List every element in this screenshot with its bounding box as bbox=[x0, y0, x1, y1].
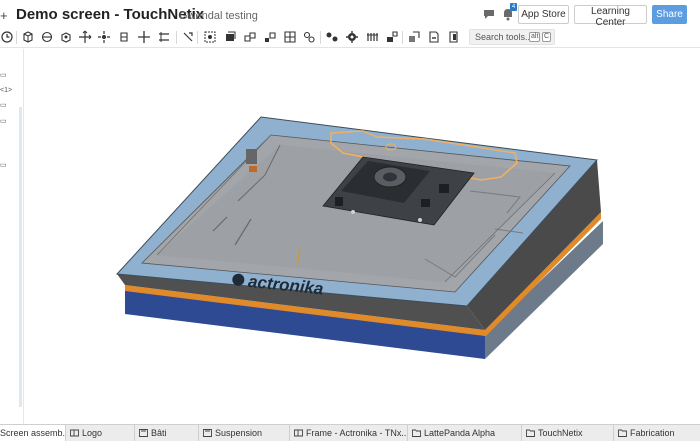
feature-toolbar: Search tools... alt C bbox=[0, 28, 700, 48]
pcb-connector bbox=[335, 197, 343, 206]
comment-icon[interactable] bbox=[482, 7, 496, 21]
tab-lattepanda-alpha[interactable]: LattePanda Alpha bbox=[408, 425, 522, 441]
pcb-connector bbox=[439, 184, 449, 193]
part-studio-icon bbox=[203, 429, 212, 437]
simulation-icon[interactable] bbox=[385, 30, 399, 44]
revolute-mate-icon[interactable] bbox=[59, 30, 73, 44]
tab-logo[interactable]: Logo bbox=[66, 425, 135, 441]
tab-label: Screen assemb... bbox=[0, 428, 66, 438]
part-studio-icon bbox=[139, 429, 148, 437]
tab-label: Suspension bbox=[215, 428, 263, 438]
pcb-standoff bbox=[351, 210, 355, 214]
tab-label: Frame - Actronika - TNx... bbox=[306, 428, 408, 438]
pcb-fan-hub bbox=[383, 172, 397, 182]
explode-view-icon[interactable] bbox=[283, 30, 297, 44]
tab-screen-assembly[interactable]: Screen assemb... bbox=[0, 425, 66, 441]
workspace-name: Gwendal testing bbox=[179, 10, 258, 22]
tab-frame-actronika[interactable]: Frame - Actronika - TNx... bbox=[290, 425, 408, 441]
section-view-icon[interactable] bbox=[407, 30, 421, 44]
named-positions-icon[interactable] bbox=[302, 30, 316, 44]
share-button[interactable]: Share bbox=[652, 5, 687, 24]
tab-label: Fabrication bbox=[630, 428, 675, 438]
folder-icon bbox=[526, 429, 535, 437]
group-icon[interactable] bbox=[223, 30, 237, 44]
settings-gear-icon[interactable] bbox=[345, 30, 359, 44]
tab-label: Bâti bbox=[151, 428, 167, 438]
folder-icon bbox=[412, 429, 421, 437]
learning-center-button[interactable]: Learning Center bbox=[574, 5, 647, 28]
document-header: + Demo screen - TouchNetix Gwendal testi… bbox=[0, 0, 700, 28]
planar-mate-icon[interactable] bbox=[137, 30, 151, 44]
document-title[interactable]: Demo screen - TouchNetix bbox=[16, 6, 204, 23]
tab-touchnetix[interactable]: TouchNetix bbox=[522, 425, 614, 441]
part-studio-icon bbox=[294, 429, 303, 437]
graphics-viewport[interactable]: actronika bbox=[25, 49, 700, 424]
app-store-button[interactable]: App Store bbox=[518, 5, 569, 24]
connector-block bbox=[246, 149, 257, 164]
shortcut-alt-key: alt bbox=[529, 32, 541, 42]
cylindrical-mate-icon[interactable] bbox=[97, 30, 111, 44]
history-icon[interactable] bbox=[0, 30, 14, 44]
fastened-mate-icon[interactable] bbox=[40, 30, 54, 44]
document-tab-bar: Screen assemb... Logo Bâti Suspension Fr… bbox=[0, 424, 700, 441]
insert-part-icon[interactable] bbox=[21, 30, 35, 44]
tab-bati[interactable]: Bâti bbox=[135, 425, 199, 441]
search-tools-placeholder: Search tools... bbox=[475, 32, 533, 42]
onshape-window: + Demo screen - TouchNetix Gwendal testi… bbox=[0, 0, 700, 441]
motion-icon[interactable] bbox=[325, 30, 339, 44]
shortcut-c-key: C bbox=[542, 32, 552, 42]
toolbar-divider bbox=[16, 31, 17, 44]
toolbar-divider bbox=[402, 31, 403, 44]
feature-item-icon[interactable]: ▭ bbox=[0, 101, 7, 109]
document-page-icon[interactable] bbox=[427, 30, 441, 44]
pcb-connector bbox=[421, 199, 430, 207]
bom-table-icon[interactable] bbox=[365, 30, 379, 44]
toolbar-divider bbox=[176, 31, 177, 44]
feature-list-panel: ▭ <1> ▭ ▭ ▭ bbox=[0, 49, 24, 424]
gear-relation-icon[interactable] bbox=[181, 30, 195, 44]
feature-item-icon[interactable]: ▭ bbox=[0, 117, 7, 125]
plus-icon[interactable]: + bbox=[0, 8, 8, 23]
part-studio-icon bbox=[70, 429, 79, 437]
mate-connector-icon[interactable] bbox=[203, 30, 217, 44]
pcb-standoff bbox=[418, 218, 422, 222]
tab-label: Logo bbox=[82, 428, 103, 438]
tab-label: TouchNetix bbox=[538, 428, 583, 438]
feature-item-icon[interactable]: ▭ bbox=[0, 71, 7, 79]
parallel-mate-icon[interactable] bbox=[157, 30, 171, 44]
tab-suspension[interactable]: Suspension bbox=[199, 425, 290, 441]
tab-label: LattePanda Alpha bbox=[424, 428, 496, 438]
slider-mate-icon[interactable] bbox=[78, 30, 92, 44]
connector-block bbox=[249, 166, 257, 172]
properties-icon[interactable] bbox=[447, 30, 461, 44]
folder-icon bbox=[618, 429, 627, 437]
search-tools-input[interactable]: Search tools... alt C bbox=[469, 29, 555, 45]
tab-fabrication[interactable]: Fabrication bbox=[614, 425, 700, 441]
assembly-model: actronika bbox=[115, 116, 603, 359]
feature-list-scrollbar[interactable] bbox=[19, 107, 22, 407]
feature-item-icon[interactable]: ▭ bbox=[0, 161, 7, 169]
notification-badge: 4 bbox=[510, 3, 517, 11]
linear-pattern-icon[interactable] bbox=[263, 30, 277, 44]
pin-slot-mate-icon[interactable] bbox=[117, 30, 131, 44]
replicate-icon[interactable] bbox=[243, 30, 257, 44]
toolbar-divider bbox=[197, 31, 198, 44]
feature-item-label[interactable]: <1> bbox=[0, 87, 12, 94]
toolbar-divider bbox=[320, 31, 321, 44]
